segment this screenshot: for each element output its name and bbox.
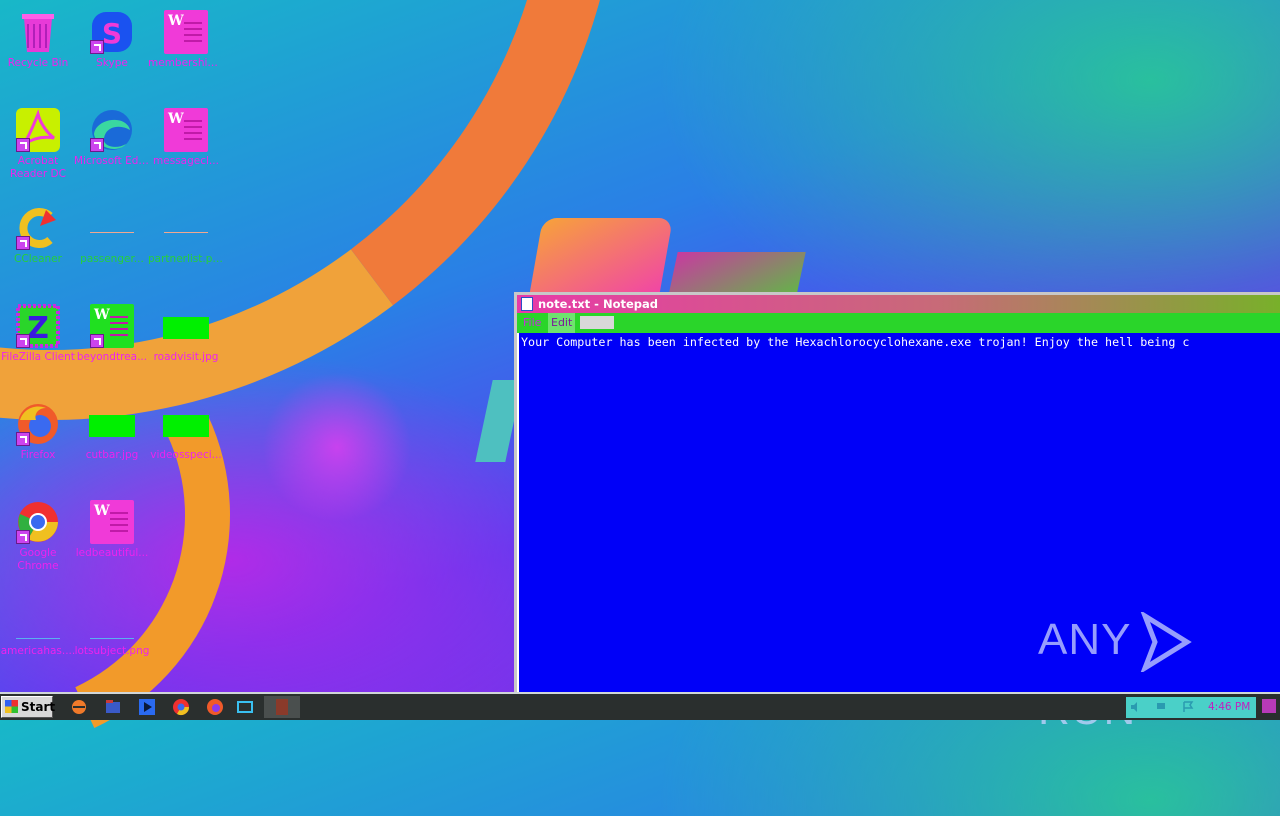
icon-label: ledbeautiful...	[75, 547, 149, 559]
icon-label: FileZilla Client	[1, 351, 75, 363]
icon-label: messagecl...	[153, 155, 219, 167]
menu-file[interactable]: File	[523, 313, 541, 333]
icon-label: Microsoft Edge	[74, 155, 150, 167]
word-document-icon	[90, 500, 134, 544]
desktop-icon-cutbar[interactable]: cutbar.jpg	[74, 396, 150, 494]
desktop-icon-ccleaner[interactable]: CCleaner	[0, 200, 76, 298]
recycle-bin-icon	[16, 10, 60, 54]
explorer-icon[interactable]	[104, 698, 122, 716]
desktop-icon-partnerlist[interactable]: partnerlist.png	[148, 200, 224, 298]
desktop-icon-beyondtrea[interactable]: beyondtrea...	[74, 298, 150, 396]
icon-label: roadvisit.jpg	[153, 351, 219, 363]
wallpaper-glow	[262, 372, 412, 522]
image-file-icon	[90, 598, 134, 642]
word-document-icon	[164, 10, 208, 54]
desktop-icon-videosspeci[interactable]: videosspeci...	[148, 396, 224, 494]
image-file-icon	[89, 402, 135, 446]
icon-label: Recycle Bin	[7, 57, 69, 69]
notepad-task-icon	[276, 699, 288, 715]
icon-label: cutbar.jpg	[85, 449, 139, 461]
icon-label: Acrobat Reader DC	[10, 155, 66, 180]
image-file-icon	[163, 304, 209, 348]
shortcut-arrow-icon	[90, 138, 104, 152]
note-text: Your Computer has been infected by the H…	[521, 335, 1190, 349]
window-title: note.txt - Notepad	[538, 297, 658, 311]
image-file-icon	[164, 206, 208, 250]
icon-label: beyondtrea...	[76, 351, 148, 363]
image-file-icon	[90, 206, 134, 250]
icon-label: Skype	[96, 57, 128, 69]
menu-bar: File Edit	[517, 313, 1280, 333]
word-document-icon	[164, 108, 208, 152]
watermark-text-left: ANY	[1038, 615, 1132, 664]
desktop-icon-messagecl[interactable]: messagecl...	[148, 102, 224, 200]
svg-text:S: S	[102, 17, 122, 50]
shortcut-arrow-icon	[90, 40, 104, 54]
desktop-icon-membership[interactable]: membership...	[148, 4, 224, 102]
shortcut-arrow-icon	[16, 138, 30, 152]
desktop-icon-filezilla[interactable]: Z FileZilla Client	[0, 298, 76, 396]
shortcut-arrow-icon	[16, 432, 30, 446]
icon-label: CCleaner	[14, 253, 62, 265]
shortcut-arrow-icon	[90, 334, 104, 348]
icon-label: Firefox	[20, 449, 56, 461]
anyrun-watermark: ANYRUN	[1038, 605, 1280, 734]
start-label: Start	[21, 700, 56, 714]
show-desktop-icon[interactable]	[236, 698, 254, 716]
notepad-taskbar-button[interactable]	[264, 696, 300, 718]
shortcut-arrow-icon	[16, 334, 30, 348]
icon-label: americahas....	[0, 645, 76, 657]
windows-logo-icon	[5, 700, 18, 713]
icon-label: passenger...	[80, 253, 144, 265]
system-tray: 4:46 PM	[1126, 697, 1256, 718]
desktop-icon-passenger[interactable]: passenger...	[74, 200, 150, 298]
shortcut-arrow-icon	[16, 530, 30, 544]
desktop-icon-americahas[interactable]: americahas....	[0, 592, 76, 690]
chrome-taskbar-icon[interactable]	[172, 698, 190, 716]
shortcut-arrow-icon	[16, 236, 30, 250]
notepad-icon	[521, 297, 533, 311]
icon-label: partnerlist.png	[148, 253, 224, 265]
watermark-play-icon	[1141, 612, 1193, 673]
ie-icon[interactable]	[70, 698, 88, 716]
file-icon	[16, 598, 60, 642]
desktop-icon-ledbeautiful[interactable]: ledbeautiful...	[74, 494, 150, 592]
action-center-flag-icon[interactable]	[1182, 701, 1194, 713]
desktop-icon-recycle-bin[interactable]: Recycle Bin	[0, 4, 76, 102]
icon-label: Google Chrome	[17, 547, 59, 572]
taskbar: Start 4:46 PM	[0, 692, 1280, 720]
menu-edit[interactable]: Edit	[548, 313, 576, 333]
window-titlebar[interactable]: note.txt - Notepad	[517, 295, 1280, 313]
notification-icon[interactable]	[1262, 699, 1276, 713]
icon-label: membership...	[148, 57, 224, 69]
desktop-icon-acrobat[interactable]: Acrobat Reader DC	[0, 102, 76, 200]
desktop-icon-skype[interactable]: S Skype	[74, 4, 150, 102]
menu-blank-item[interactable]	[580, 316, 614, 329]
image-file-icon	[163, 402, 209, 446]
icon-label: lotsubject.png	[74, 645, 150, 657]
network-icon[interactable]	[1156, 701, 1168, 713]
start-button[interactable]: Start	[1, 696, 56, 718]
desktop-icon-edge[interactable]: Microsoft Edge	[74, 102, 150, 200]
taskbar-clock[interactable]: 4:46 PM	[1208, 697, 1250, 718]
icon-label: videosspeci...	[150, 449, 222, 461]
desktop-icon-lotsubject[interactable]: lotsubject.png	[74, 592, 150, 690]
svg-text:Z: Z	[27, 311, 49, 346]
volume-icon[interactable]	[1130, 701, 1142, 713]
desktop-icon-chrome[interactable]: Google Chrome	[0, 494, 76, 592]
media-player-icon[interactable]	[138, 698, 156, 716]
desktop-icon-roadvisit[interactable]: roadvisit.jpg	[148, 298, 224, 396]
firefox-taskbar-icon[interactable]	[206, 698, 224, 716]
desktop-icon-firefox[interactable]: Firefox	[0, 396, 76, 494]
